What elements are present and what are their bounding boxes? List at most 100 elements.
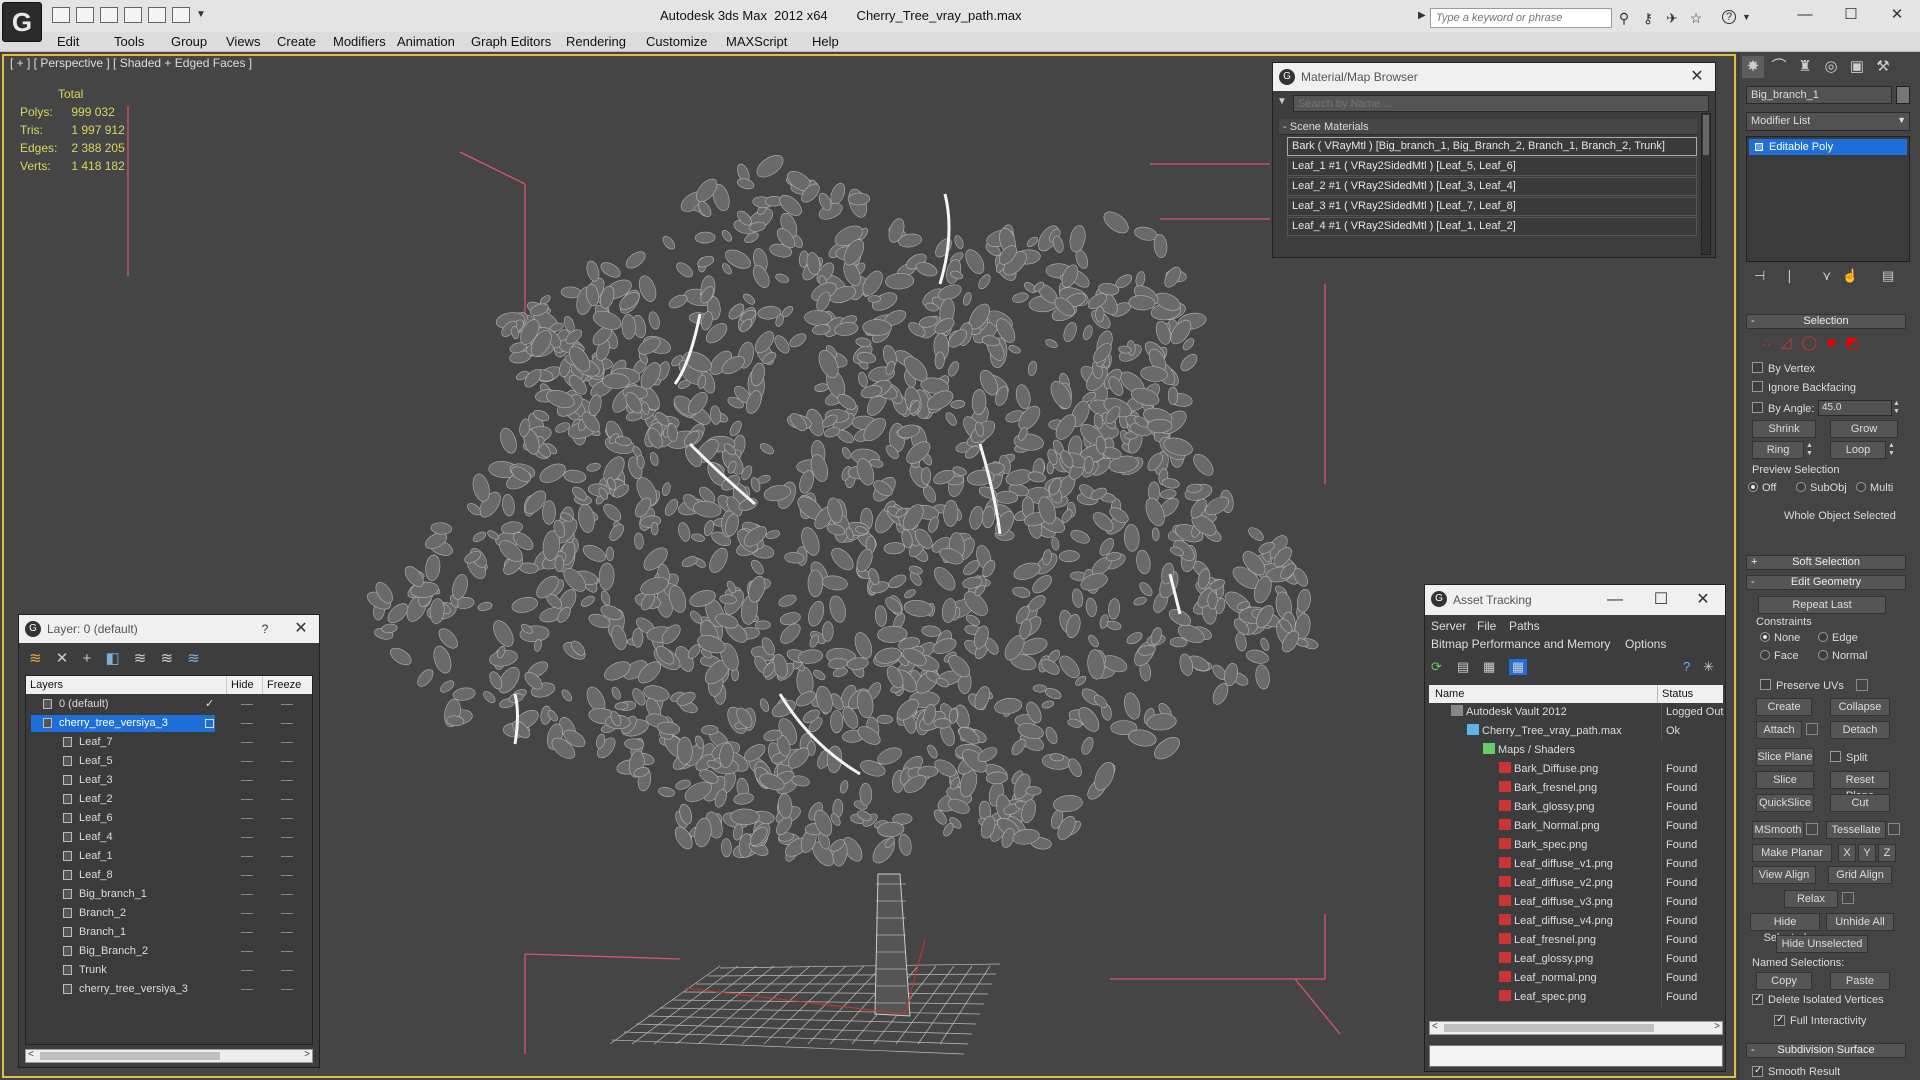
hide-toggle[interactable] [241, 818, 253, 819]
layer-row[interactable]: Big_Branch_2 [29, 942, 311, 961]
layers-column-header[interactable]: Layers [30, 676, 63, 694]
menu-customize[interactable]: Customize [646, 34, 707, 49]
layer-row[interactable]: Leaf_3 [29, 771, 311, 790]
asset-row[interactable]: Leaf_fresnel.png Found [1429, 931, 1725, 950]
redo-icon[interactable] [148, 7, 166, 23]
scrollbar-thumb[interactable] [1444, 1024, 1654, 1032]
slice-button[interactable]: Slice [1756, 771, 1814, 789]
hide-all-layers-icon[interactable]: ≋ [161, 650, 174, 667]
asset-horizontal-scrollbar[interactable]: < > [1429, 1021, 1723, 1035]
hide-toggle[interactable] [241, 704, 253, 705]
soft-selection-rollout-header[interactable]: + Soft Selection [1746, 555, 1906, 570]
grid-view-icon[interactable]: ▦ [1509, 659, 1527, 675]
freeze-toggle[interactable] [281, 856, 293, 857]
select-objects-icon[interactable]: ◧ [105, 650, 119, 667]
maximize-button[interactable]: ☐ [1643, 585, 1679, 615]
name-column-header[interactable]: Name [1435, 685, 1464, 703]
split-checkbox[interactable]: Split [1830, 751, 1867, 764]
attach-button[interactable]: Attach [1756, 721, 1802, 739]
project-folder-icon[interactable] [172, 7, 190, 23]
hide-toggle[interactable] [241, 780, 253, 781]
asset-row[interactable]: Leaf_glossy.png Found [1429, 950, 1725, 969]
hide-toggle[interactable] [241, 799, 253, 800]
freeze-toggle[interactable] [281, 780, 293, 781]
add-to-layer-icon[interactable]: + [83, 650, 92, 667]
shrink-button[interactable]: Shrink [1752, 420, 1816, 438]
highlight-layer-icon[interactable]: ≋ [134, 650, 147, 667]
menu-modifiers[interactable]: Modifiers [333, 34, 386, 49]
menu-rendering[interactable]: Rendering [566, 34, 626, 49]
asset-row[interactable]: Cherry_Tree_vray_path.max Ok [1429, 722, 1725, 741]
search-input[interactable] [1430, 8, 1612, 28]
freeze-toggle[interactable] [281, 742, 293, 743]
asset-tracking-titlebar[interactable]: G Asset Tracking — ☐ ✕ [1425, 585, 1725, 615]
planar-y-button[interactable]: Y [1858, 844, 1876, 862]
menu-graph-editors[interactable]: Graph Editors [471, 34, 551, 49]
angle-spinner[interactable]: 45.0 [1818, 400, 1892, 416]
scroll-right-icon[interactable]: > [1714, 1021, 1720, 1032]
constraint-face-radio[interactable]: Face [1760, 650, 1798, 662]
layer-row[interactable]: Leaf_1 [29, 847, 311, 866]
selection-rollout-header[interactable]: - Selection [1746, 314, 1906, 329]
modify-tab-icon[interactable]: ⌒ [1768, 56, 1790, 78]
freeze-toggle[interactable] [281, 704, 293, 705]
viewport-label[interactable]: [ + ] [ Perspective ] [ Shaded + Edged F… [10, 56, 252, 70]
constraint-normal-radio[interactable]: Normal [1818, 650, 1867, 662]
menu-help[interactable]: Help [812, 34, 839, 49]
help-icon[interactable]: ? [1722, 10, 1736, 24]
by-angle-checkbox[interactable]: By Angle: [1752, 402, 1814, 415]
browser-options-dropdown-icon[interactable]: ▼ [1277, 96, 1287, 107]
subdivision-surface-rollout-header[interactable]: - Subdivision Surface [1746, 1043, 1906, 1058]
asset-row[interactable]: Maps / Shaders [1429, 741, 1725, 760]
freeze-toggle[interactable] [281, 894, 293, 895]
menu-animation[interactable]: Animation [397, 34, 455, 49]
scroll-left-icon[interactable]: < [28, 1049, 34, 1060]
preview-off-radio[interactable]: Off [1748, 482, 1776, 494]
maximize-button[interactable]: ☐ [1828, 0, 1874, 30]
layer-dialog-titlebar[interactable]: G Layer: 0 (default) ? ✕ [19, 615, 319, 643]
relax-settings-icon[interactable] [1842, 892, 1854, 904]
modifier-list-dropdown[interactable]: Modifier List ▼ [1746, 112, 1910, 131]
hierarchy-tab-icon[interactable]: ♜ [1794, 56, 1816, 78]
hide-toggle[interactable] [241, 742, 253, 743]
scroll-right-icon[interactable]: > [304, 1049, 310, 1060]
hide-toggle[interactable] [241, 837, 253, 838]
collapse-button[interactable]: Collapse [1830, 698, 1890, 716]
asset-row[interactable]: Leaf_diffuse_v2.png Found [1429, 874, 1725, 893]
hide-column-header[interactable]: Hide [226, 676, 254, 694]
layer-row[interactable]: Leaf_2 [29, 790, 311, 809]
hide-toggle[interactable] [241, 761, 253, 762]
freeze-toggle[interactable] [281, 875, 293, 876]
loop-spinner-icon[interactable]: ▲ ▼ [1888, 442, 1895, 458]
status-column-header[interactable]: Status [1657, 685, 1693, 703]
planar-z-button[interactable]: Z [1878, 844, 1896, 862]
display-tab-icon[interactable]: ▣ [1846, 56, 1868, 78]
material-list-item[interactable]: Bark ( VRayMtl ) [Big_branch_1, Big_Bran… [1287, 137, 1697, 156]
freeze-toggle[interactable] [281, 761, 293, 762]
ignore-backfacing-checkbox[interactable]: Ignore Backfacing [1752, 381, 1856, 394]
asset-row[interactable]: Bark_Normal.png Found [1429, 817, 1725, 836]
menu-server[interactable]: Server [1431, 619, 1466, 633]
menu-tools[interactable]: Tools [114, 34, 144, 49]
menu-create[interactable]: Create [277, 34, 316, 49]
detach-button[interactable]: Detach [1830, 721, 1890, 739]
menu-views[interactable]: Views [226, 34, 260, 49]
hide-selected-button[interactable]: Hide Selected [1750, 913, 1820, 944]
help-dropdown-icon[interactable]: ▼ [1742, 12, 1751, 22]
asset-row[interactable]: Leaf_normal.png Found [1429, 969, 1725, 988]
preserve-uvs-settings-icon[interactable] [1856, 679, 1868, 691]
layer-row[interactable]: Trunk [29, 961, 311, 980]
msmooth-settings-icon[interactable] [1806, 823, 1818, 835]
scene-materials-group[interactable]: - Scene Materials [1279, 119, 1697, 135]
current-layer-icon[interactable] [205, 719, 214, 728]
layer-row[interactable]: Leaf_5 [29, 752, 311, 771]
close-icon[interactable]: ✕ [283, 615, 319, 643]
hide-toggle[interactable] [241, 989, 253, 990]
refresh-icon[interactable]: ⟳ [1431, 659, 1442, 675]
remove-modifier-icon[interactable]: ☝ [1842, 268, 1858, 284]
planar-x-button[interactable]: X [1838, 844, 1856, 862]
attach-list-icon[interactable] [1806, 723, 1818, 735]
unhide-all-button[interactable]: Unhide All [1826, 913, 1894, 931]
menu-edit[interactable]: Edit [57, 34, 79, 49]
menu-file[interactable]: File [1477, 619, 1496, 633]
